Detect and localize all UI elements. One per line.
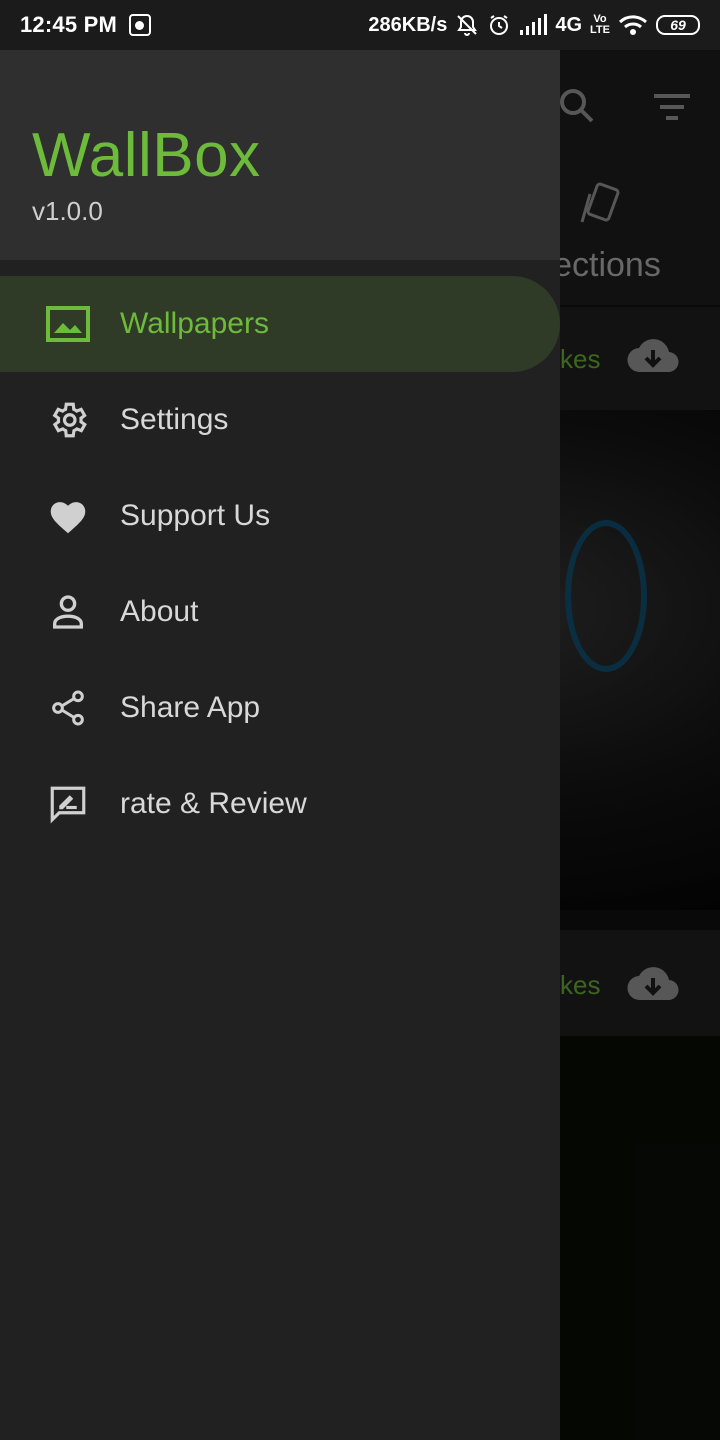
- status-icons: 286KB/s 4G Vo LTE 69: [368, 13, 700, 37]
- menu-item-label: Settings: [120, 403, 229, 436]
- wifi-icon: [618, 14, 648, 36]
- status-time: 12:45 PM: [20, 12, 117, 37]
- volte-line2: LTE: [590, 24, 610, 36]
- share-icon: [46, 686, 90, 730]
- person-icon: [46, 590, 90, 634]
- battery-indicator: 69: [656, 15, 700, 35]
- network-type: 4G: [555, 13, 583, 36]
- drawer-menu: Wallpapers Settings Support Us About Sha: [0, 276, 560, 852]
- menu-item-label: About: [120, 595, 199, 628]
- menu-item-label: Share App: [120, 691, 261, 724]
- menu-item-rate-review[interactable]: rate & Review: [0, 756, 560, 852]
- menu-item-label: Support Us: [120, 499, 271, 532]
- drawer-header: WallBox v1.0.0: [0, 50, 560, 260]
- status-bar: 12:45 PM 286KB/s 4G Vo LTE 69: [0, 0, 720, 50]
- gear-icon: [46, 398, 90, 442]
- menu-item-about[interactable]: About: [0, 564, 560, 660]
- menu-item-settings[interactable]: Settings: [0, 372, 560, 468]
- signal-icon: [519, 14, 548, 36]
- volte-indicator: Vo LTE: [590, 14, 610, 36]
- network-speed: 286KB/s: [368, 13, 448, 36]
- menu-item-label: Wallpapers: [120, 307, 269, 340]
- alarm-icon: [487, 13, 511, 37]
- menu-item-label: rate & Review: [120, 787, 307, 820]
- rate-review-icon: [46, 782, 90, 826]
- bell-off-icon: [455, 13, 479, 37]
- app-version: v1.0.0: [32, 196, 103, 226]
- screen-record-icon: [128, 14, 151, 36]
- menu-item-wallpapers[interactable]: Wallpapers: [0, 276, 560, 372]
- heart-icon: [46, 494, 90, 538]
- menu-item-share-app[interactable]: Share App: [0, 660, 560, 756]
- app-name: WallBox: [32, 121, 261, 190]
- navigation-drawer: WallBox v1.0.0 Wallpapers Settings Suppo…: [0, 50, 560, 1440]
- menu-item-support-us[interactable]: Support Us: [0, 468, 560, 564]
- image-icon: [46, 302, 90, 346]
